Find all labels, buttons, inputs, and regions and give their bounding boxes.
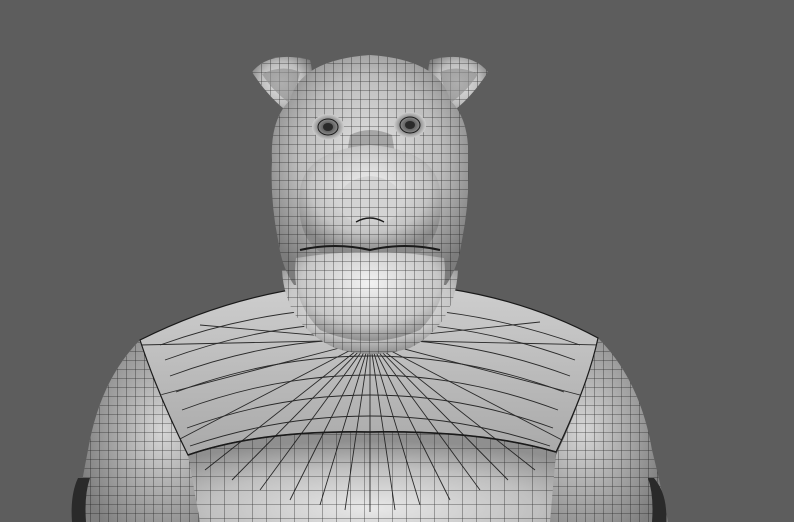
torso-mesh	[188, 431, 556, 522]
right-eye-mesh	[394, 112, 426, 138]
viewport-canvas[interactable]	[0, 0, 794, 522]
3d-viewport[interactable]	[0, 0, 794, 522]
left-eye-mesh	[312, 114, 344, 140]
